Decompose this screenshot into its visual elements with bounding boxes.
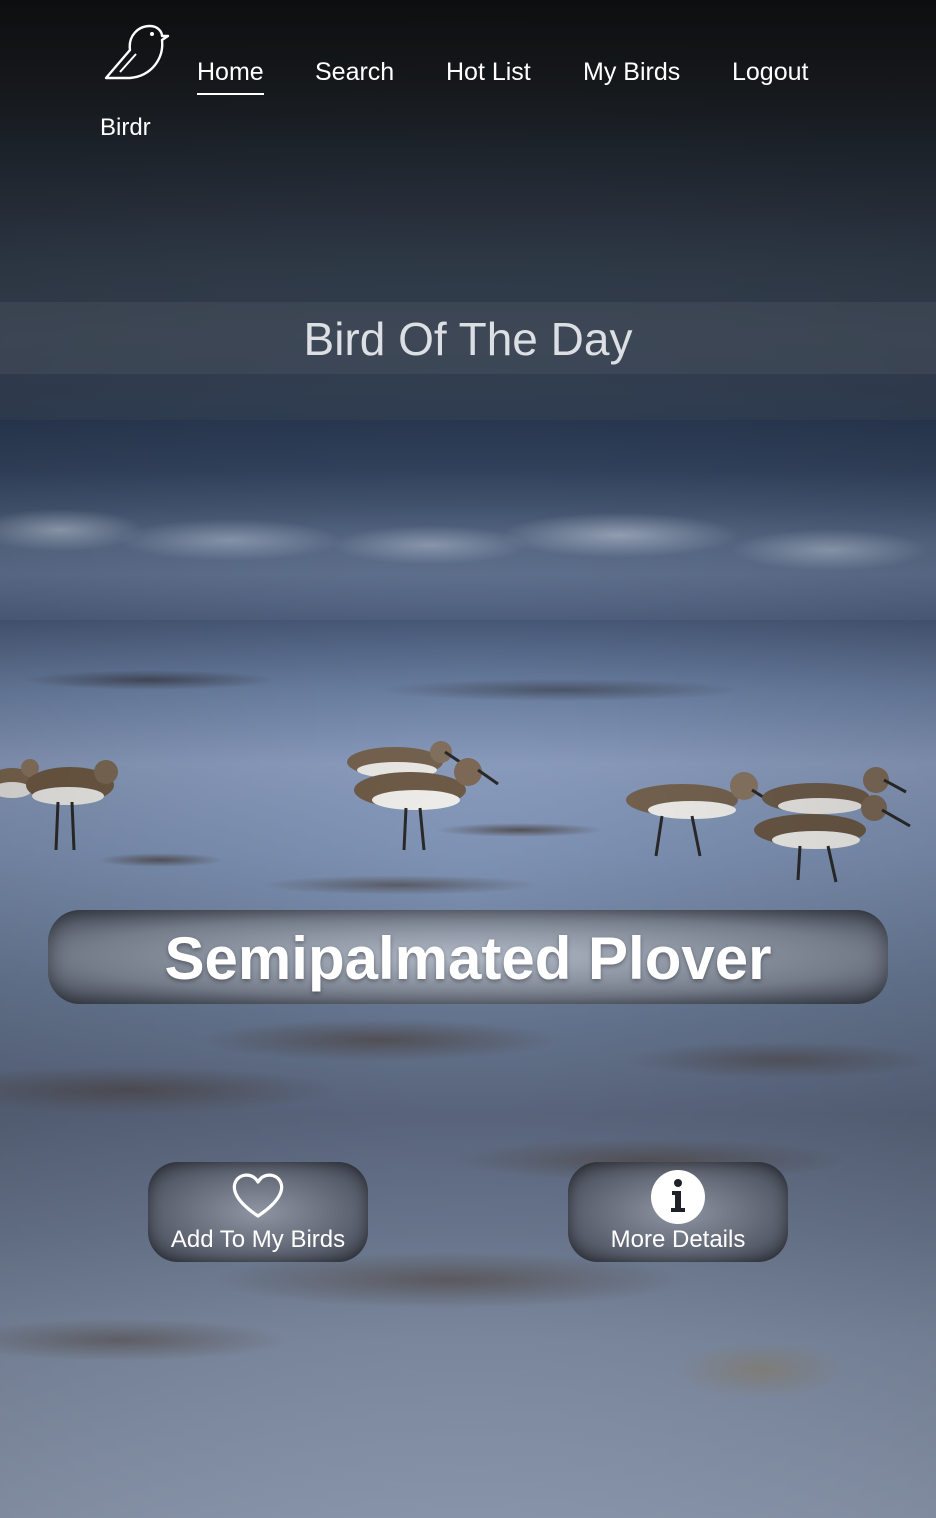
nav-hot-list[interactable]: Hot List [446,58,531,87]
heart-icon [232,1173,284,1218]
add-to-my-birds-button[interactable]: Add To My Birds [148,1162,368,1262]
top-nav: Birdr Home Search Hot List My Birds Logo… [0,0,936,141]
logo[interactable]: Birdr [96,20,176,141]
page: Birdr Home Search Hot List My Birds Logo… [0,0,936,1518]
nav-home[interactable]: Home [197,58,264,95]
section-header: Bird Of The Day [0,302,936,374]
more-details-label: More Details [610,1226,746,1253]
nav-logout[interactable]: Logout [732,58,808,87]
add-to-my-birds-label: Add To My Birds [170,1226,346,1253]
info-icon [651,1170,705,1224]
bird-name-banner: Semipalmated Plover [48,910,888,1004]
nav-my-birds[interactable]: My Birds [583,58,680,87]
bird-icon [104,24,170,80]
section-title: Bird Of The Day [303,313,633,365]
logo-text: Birdr [100,114,151,141]
more-details-button[interactable]: More Details [568,1162,788,1262]
background-photo [0,0,936,1518]
nav-search[interactable]: Search [315,58,394,87]
bird-name: Semipalmated Plover [164,925,772,992]
